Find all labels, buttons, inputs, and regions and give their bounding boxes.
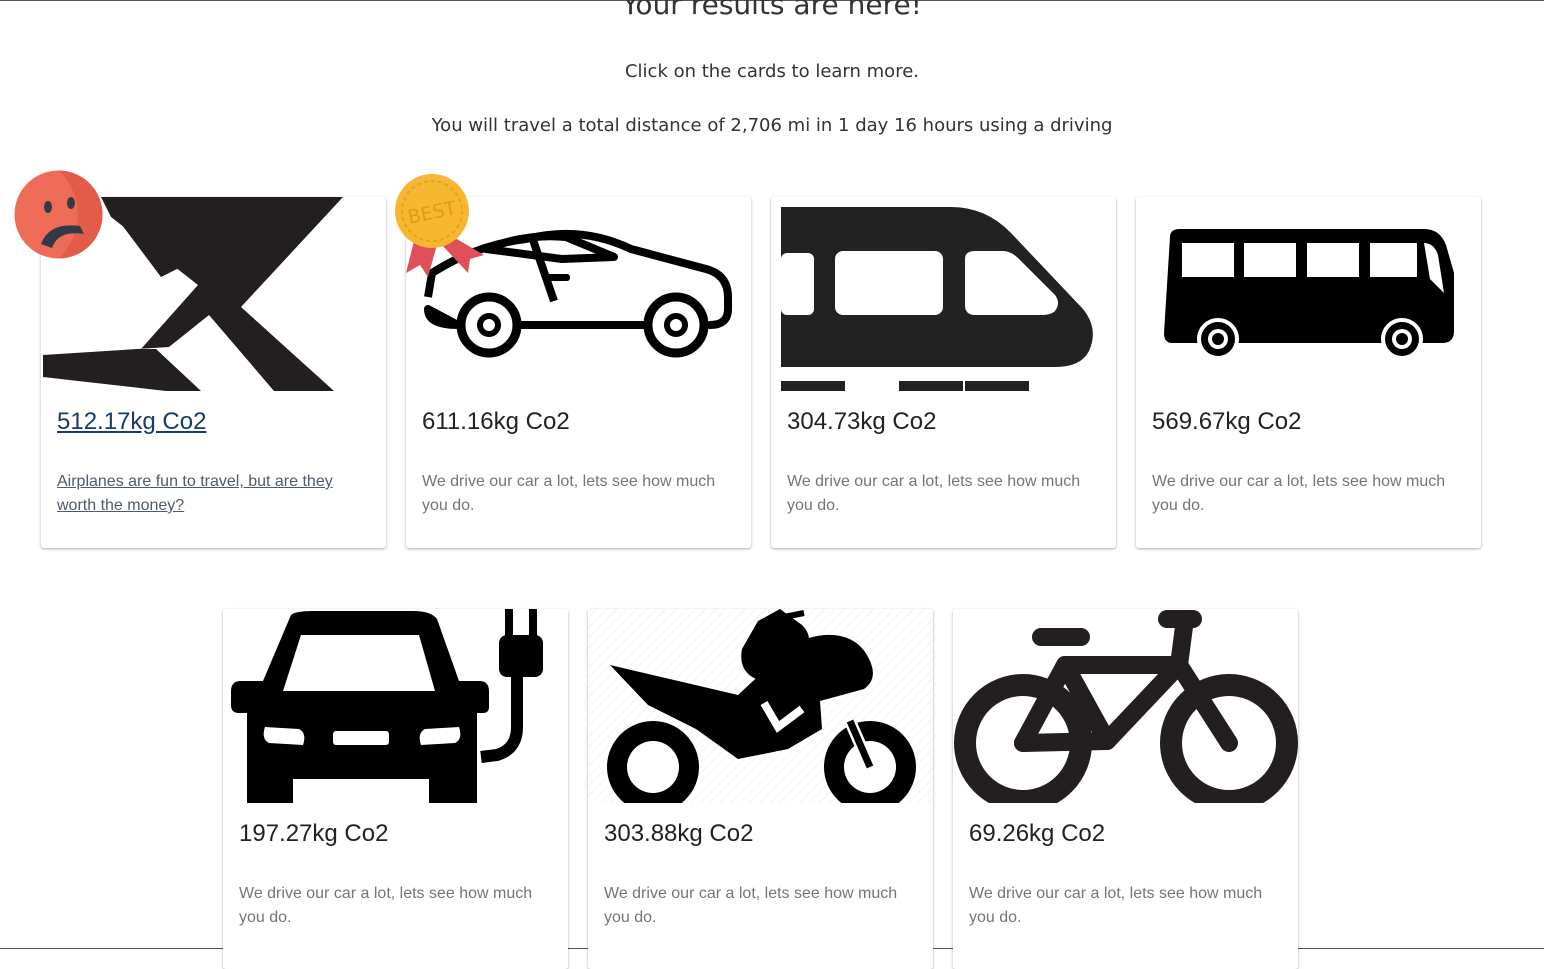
card-description: We drive our car a lot, lets see how muc… xyxy=(969,885,1263,926)
best-medal-icon: BEST xyxy=(394,173,488,286)
bus-icon xyxy=(1164,229,1454,360)
motorcycle-card[interactable]: 303.88kg Co2 We drive our car a lot, let… xyxy=(588,609,933,969)
motorcycle-icon xyxy=(607,609,916,803)
bus-card[interactable]: 569.67kg Co2 We drive our car a lot, let… xyxy=(1136,197,1481,548)
card-description: We drive our car a lot, lets see how muc… xyxy=(239,885,533,926)
electric-car-image xyxy=(223,609,568,803)
electric-car-card[interactable]: 197.27kg Co2 We drive our car a lot, let… xyxy=(223,609,568,969)
co2-value: 304.73kg Co2 xyxy=(787,408,937,435)
electric-car-icon xyxy=(231,609,543,803)
card-description: We drive our car a lot, lets see how muc… xyxy=(422,473,716,514)
co2-value: 611.16kg Co2 xyxy=(422,408,570,435)
co2-value: 303.88kg Co2 xyxy=(604,820,754,847)
bicycle-image xyxy=(953,609,1298,803)
card-description: We drive our car a lot, lets see how muc… xyxy=(604,885,898,926)
train-image xyxy=(771,197,1116,391)
bicycle-icon xyxy=(954,610,1298,803)
page-title: Your results are here! xyxy=(622,0,922,21)
instruction-text: Click on the cards to learn more. xyxy=(624,61,919,82)
train-card[interactable]: 304.73kg Co2 We drive our car a lot, let… xyxy=(771,197,1116,548)
train-icon xyxy=(781,207,1093,391)
travel-summary: You will travel a total distance of 2,70… xyxy=(431,115,1113,136)
card-description: We drive our car a lot, lets see how muc… xyxy=(1152,473,1446,514)
sad-face-icon xyxy=(14,170,103,264)
co2-value: 512.17kg Co2 xyxy=(57,408,207,435)
bicycle-card[interactable]: 69.26kg Co2 We drive our car a lot, lets… xyxy=(953,609,1298,969)
co2-value: 197.27kg Co2 xyxy=(239,820,389,847)
co2-value: 69.26kg Co2 xyxy=(969,820,1106,847)
card-description: Airplanes are fun to travel, but are the… xyxy=(57,473,333,514)
motorcycle-image xyxy=(588,609,933,803)
card-description: We drive our car a lot, lets see how muc… xyxy=(787,473,1081,514)
co2-value: 569.67kg Co2 xyxy=(1152,408,1302,435)
bus-image xyxy=(1136,197,1481,391)
